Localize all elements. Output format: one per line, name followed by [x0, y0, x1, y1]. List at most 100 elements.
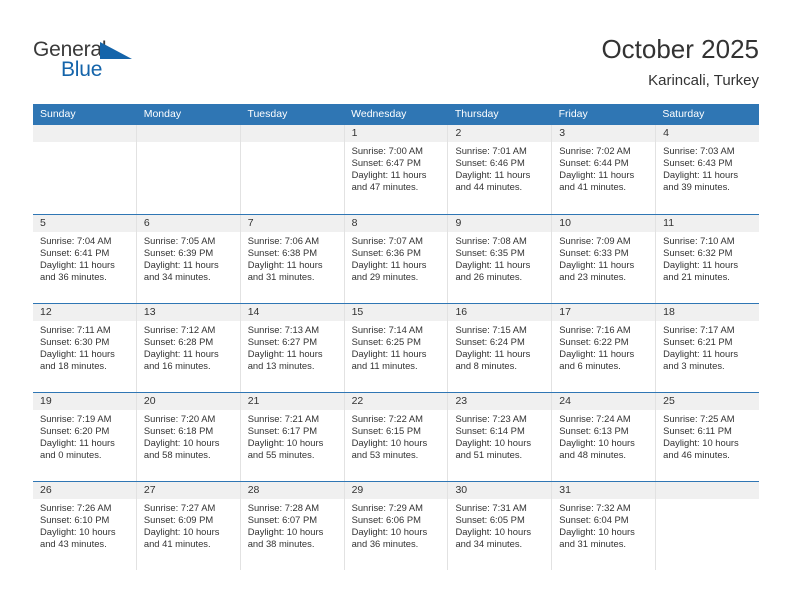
sunset-time: Sunset: 6:07 PM	[247, 514, 318, 526]
day-number: 9	[448, 215, 552, 232]
daylight-duration-line1: Daylight: 10 hours	[40, 526, 116, 538]
day-number: 6	[136, 215, 240, 232]
daylight-duration-line2: and 23 minutes.	[559, 271, 627, 283]
day-sun-info: Sunrise: 7:13 AM Sunset: 6:27 PM Daylight:…	[241, 321, 344, 372]
calendar-day-cell[interactable]: 8 Sunrise: 7:07 AM Sunset: 6:36 PM Daylight…	[343, 215, 448, 303]
calendar-day-cell[interactable]: 7 Sunrise: 7:06 AM Sunset: 6:38 PM Daylight…	[239, 215, 344, 303]
calendar-day-cell[interactable]: 2 Sunrise: 7:01 AM Sunset: 6:46 PM Daylight…	[447, 125, 552, 214]
daylight-duration-line1: Daylight: 11 hours	[559, 169, 635, 181]
calendar-day-cell[interactable]: 28 Sunrise: 7:28 AM Sunset: 6:07 PM Dayligh…	[239, 482, 344, 570]
daylight-duration-line1: Daylight: 11 hours	[143, 348, 219, 360]
calendar-day-cell[interactable]: 23 Sunrise: 7:23 AM Sunset: 6:14 PM Dayligh…	[447, 393, 552, 481]
sunrise-time: Sunrise: 7:23 AM	[455, 413, 527, 424]
calendar-day-cell[interactable]: 11 Sunrise: 7:10 AM Sunset: 6:32 PM Dayligh…	[655, 215, 760, 303]
sunrise-time: Sunrise: 7:04 AM	[40, 235, 112, 246]
day-sun-info: Sunrise: 7:28 AM Sunset: 6:07 PM Daylight:…	[241, 499, 344, 550]
day-sun-info: Sunrise: 7:24 AM Sunset: 6:13 PM Daylight:…	[552, 410, 655, 461]
sunset-time: Sunset: 6:18 PM	[143, 425, 214, 437]
calendar-day-cell[interactable]: 1 Sunrise: 7:00 AM Sunset: 6:47 PM Daylight…	[343, 125, 448, 214]
daylight-duration-line1: Daylight: 11 hours	[247, 348, 323, 360]
sunrise-time: Sunrise: 7:25 AM	[663, 413, 735, 424]
day-number	[33, 125, 136, 142]
daylight-duration-line2: and 8 minutes.	[455, 360, 517, 372]
day-number: 23	[448, 393, 552, 410]
calendar-day-cell[interactable]: 16 Sunrise: 7:15 AM Sunset: 6:24 PM Dayligh…	[447, 304, 552, 392]
sunrise-time: Sunrise: 7:00 AM	[351, 145, 423, 156]
day-number: 11	[656, 215, 760, 232]
sunrise-time: Sunrise: 7:27 AM	[143, 502, 216, 513]
daylight-duration-line2: and 58 minutes.	[143, 449, 211, 461]
sunrise-time: Sunrise: 7:22 AM	[351, 413, 423, 424]
sunrise-time: Sunrise: 7:14 AM	[351, 324, 423, 335]
calendar-day-cell[interactable]: 19 Sunrise: 7:19 AM Sunset: 6:20 PM Dayligh…	[33, 393, 136, 481]
daylight-duration-line2: and 39 minutes.	[663, 181, 730, 193]
day-number: 24	[552, 393, 656, 410]
sunset-time: Sunset: 6:44 PM	[559, 157, 629, 169]
calendar-week-row: 1 Sunrise: 7:00 AM Sunset: 6:47 PM Daylight…	[33, 125, 760, 214]
daylight-duration-line1: Daylight: 10 hours	[247, 437, 324, 449]
daylight-duration-line1: Daylight: 11 hours	[663, 169, 739, 181]
day-number: 21	[240, 393, 344, 410]
calendar-day-cell[interactable]: 26 Sunrise: 7:26 AM Sunset: 6:10 PM Dayligh…	[33, 482, 136, 570]
calendar-day-cell[interactable]: 3 Sunrise: 7:02 AM Sunset: 6:44 PM Daylight…	[551, 125, 656, 214]
calendar-day-cell[interactable]: 14 Sunrise: 7:13 AM Sunset: 6:27 PM Dayligh…	[239, 304, 344, 392]
day-number: 17	[552, 304, 656, 321]
day-sun-info: Sunrise: 7:29 AM Sunset: 6:06 PM Daylight:…	[345, 499, 448, 550]
daylight-duration-line1: Daylight: 10 hours	[559, 526, 635, 538]
weekday-header-friday: Friday	[558, 108, 588, 120]
sunrise-time: Sunrise: 7:02 AM	[559, 145, 631, 156]
sunset-time: Sunset: 6:22 PM	[559, 336, 629, 348]
day-number	[136, 125, 240, 142]
calendar-day-cell[interactable]: 10 Sunrise: 7:09 AM Sunset: 6:33 PM Dayligh…	[551, 215, 656, 303]
day-sun-info: Sunrise: 7:04 AM Sunset: 6:41 PM Daylight:…	[33, 232, 136, 283]
calendar-day-cell[interactable]: 13 Sunrise: 7:12 AM Sunset: 6:28 PM Dayligh…	[135, 304, 240, 392]
day-sun-info: Sunrise: 7:00 AM Sunset: 6:47 PM Daylight:…	[345, 142, 448, 193]
general-blue-logo[interactable]: General Blue	[33, 38, 153, 84]
calendar-day-cell[interactable]: 5 Sunrise: 7:04 AM Sunset: 6:41 PM Daylight…	[33, 215, 136, 303]
calendar-day-cell[interactable]: 15 Sunrise: 7:14 AM Sunset: 6:25 PM Dayligh…	[343, 304, 448, 392]
sunset-time: Sunset: 6:46 PM	[455, 157, 525, 169]
day-number	[656, 482, 760, 499]
sunset-time: Sunset: 6:11 PM	[663, 425, 732, 437]
calendar-day-cell[interactable]: 25 Sunrise: 7:25 AM Sunset: 6:11 PM Dayligh…	[655, 393, 760, 481]
day-number: 4	[656, 125, 760, 142]
sunset-time: Sunset: 6:39 PM	[143, 247, 214, 259]
daylight-duration-line1: Daylight: 10 hours	[247, 526, 324, 538]
title-block: October 2025 Karincali, Turkey	[601, 34, 759, 90]
sunrise-time: Sunrise: 7:19 AM	[40, 413, 112, 424]
day-number: 5	[33, 215, 136, 232]
daylight-duration-line1: Daylight: 11 hours	[559, 348, 635, 360]
calendar-day-cell[interactable]: 6 Sunrise: 7:05 AM Sunset: 6:39 PM Daylight…	[135, 215, 240, 303]
daylight-duration-line2: and 51 minutes.	[455, 449, 523, 461]
day-number: 18	[656, 304, 760, 321]
day-sun-info: Sunrise: 7:11 AM Sunset: 6:30 PM Daylight:…	[33, 321, 136, 372]
sunrise-time: Sunrise: 7:32 AM	[559, 502, 631, 513]
calendar-day-cell[interactable]: 20 Sunrise: 7:20 AM Sunset: 6:18 PM Dayligh…	[135, 393, 240, 481]
calendar-day-cell[interactable]: 17 Sunrise: 7:16 AM Sunset: 6:22 PM Dayligh…	[551, 304, 656, 392]
calendar-day-cell[interactable]: 22 Sunrise: 7:22 AM Sunset: 6:15 PM Dayligh…	[343, 393, 448, 481]
logo-text-blue: Blue	[61, 58, 103, 81]
calendar-day-cell[interactable]: 4 Sunrise: 7:03 AM Sunset: 6:43 PM Daylight…	[655, 125, 760, 214]
calendar-day-cell[interactable]: 30 Sunrise: 7:31 AM Sunset: 6:05 PM Dayligh…	[447, 482, 552, 570]
calendar-day-cell[interactable]: 21 Sunrise: 7:21 AM Sunset: 6:17 PM Dayligh…	[239, 393, 344, 481]
calendar-week-row: 12 Sunrise: 7:11 AM Sunset: 6:30 PM Dayligh…	[33, 303, 760, 392]
sunset-time: Sunset: 6:25 PM	[351, 336, 421, 348]
calendar-day-cell[interactable]: 27 Sunrise: 7:27 AM Sunset: 6:09 PM Dayligh…	[135, 482, 240, 570]
calendar-page: General Blue October 2025 Karincali, Tur…	[0, 0, 792, 612]
day-number: 31	[552, 482, 656, 499]
calendar-day-cell[interactable]: 18 Sunrise: 7:17 AM Sunset: 6:21 PM Dayligh…	[655, 304, 760, 392]
calendar-day-cell[interactable]: 24 Sunrise: 7:24 AM Sunset: 6:13 PM Dayligh…	[551, 393, 656, 481]
day-sun-info: Sunrise: 7:20 AM Sunset: 6:18 PM Daylight:…	[137, 410, 240, 461]
sunset-time: Sunset: 6:04 PM	[559, 514, 629, 526]
calendar-day-cell[interactable]: 9 Sunrise: 7:08 AM Sunset: 6:35 PM Daylight…	[447, 215, 552, 303]
day-number: 1	[344, 125, 448, 142]
daylight-duration-line1: Daylight: 11 hours	[663, 259, 739, 271]
calendar-day-cell[interactable]: 12 Sunrise: 7:11 AM Sunset: 6:30 PM Dayligh…	[33, 304, 136, 392]
calendar-day-cell[interactable]: 31 Sunrise: 7:32 AM Sunset: 6:04 PM Dayligh…	[551, 482, 656, 570]
day-number: 3	[552, 125, 656, 142]
calendar-week-row: 5 Sunrise: 7:04 AM Sunset: 6:41 PM Daylight…	[33, 214, 760, 303]
calendar-day-cell[interactable]: 29 Sunrise: 7:29 AM Sunset: 6:06 PM Dayligh…	[343, 482, 448, 570]
day-number: 2	[448, 125, 552, 142]
sunset-time: Sunset: 6:14 PM	[455, 425, 525, 437]
day-sun-info: Sunrise: 7:15 AM Sunset: 6:24 PM Daylight:…	[448, 321, 551, 372]
